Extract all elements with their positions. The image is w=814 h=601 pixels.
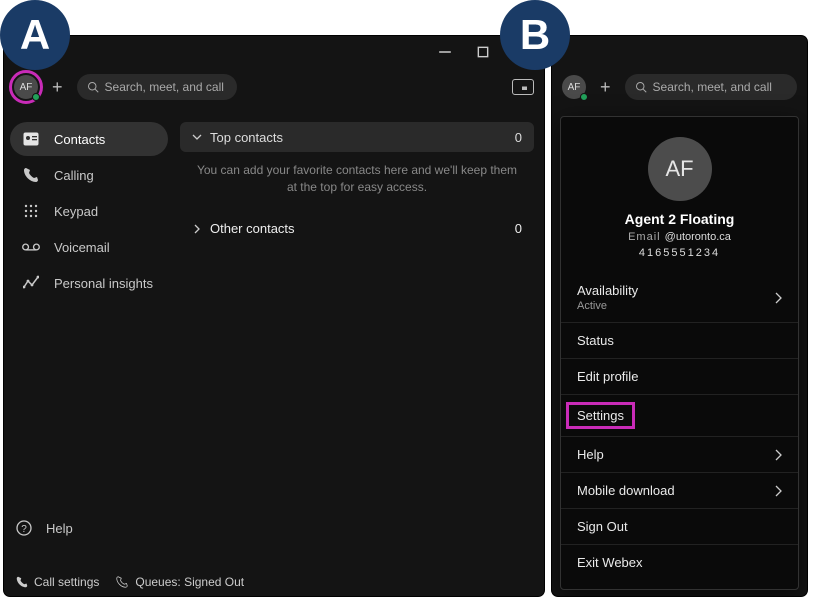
search-placeholder: Search, meet, and call [653, 80, 772, 94]
search-icon [635, 81, 647, 93]
sidebar-item-contacts[interactable]: Contacts [10, 122, 168, 156]
menu-item-sign-out[interactable]: Sign Out [561, 508, 798, 544]
new-action-button[interactable]: + [48, 77, 67, 98]
sidebar-item-keypad[interactable]: Keypad [10, 194, 168, 228]
profile-avatar[interactable]: AF [562, 75, 586, 99]
chevron-down-icon [192, 132, 202, 142]
topbar: AF + Search, meet, and call [552, 68, 807, 106]
topbar: AF + Search, meet, and call [4, 68, 544, 106]
maximize-button[interactable] [476, 45, 490, 59]
app-window-b: AF + Search, meet, and call AF Agent 2 F… [552, 36, 807, 596]
queues-icon [115, 576, 129, 588]
call-settings-icon [16, 576, 28, 588]
top-contacts-header[interactable]: Top contacts 0 [180, 122, 534, 152]
maximize-icon [476, 45, 490, 59]
meet-window-button[interactable] [512, 79, 534, 95]
chevron-right-icon [774, 292, 782, 304]
insights-icon [22, 275, 40, 291]
phone-icon [22, 167, 40, 183]
sidebar-item-voicemail[interactable]: Voicemail [10, 230, 168, 264]
profile-flyout: AF Agent 2 Floating Email @utoronto.ca 4… [560, 116, 799, 590]
sidebar-item-label: Personal insights [54, 276, 153, 291]
profile-header: AF Agent 2 Floating Email @utoronto.ca 4… [561, 117, 798, 273]
annotation-badge-b: B [500, 0, 570, 70]
profile-phone: 4165551234 [639, 247, 720, 259]
search-placeholder: Search, meet, and call [105, 80, 224, 94]
chevron-right-icon [774, 449, 782, 461]
menu-item-edit-profile[interactable]: Edit profile [561, 358, 798, 394]
sidebar-item-label: Keypad [54, 204, 98, 219]
menu-item-settings[interactable]: Settings [561, 394, 798, 436]
keypad-icon [22, 204, 40, 218]
call-settings-label: Call settings [34, 575, 99, 589]
annotation-badge-a: A [0, 0, 70, 70]
menu-label: Mobile download [577, 483, 675, 498]
profile-display-name: Agent 2 Floating [625, 211, 735, 227]
menu-item-availability[interactable]: Availability Active [561, 273, 798, 322]
main-content: Top contacts 0 You can add your favorite… [174, 114, 544, 566]
sidebar-item-label: Voicemail [54, 240, 110, 255]
sidebar-item-label: Calling [54, 168, 94, 183]
chevron-right-icon [774, 485, 782, 497]
menu-item-exit[interactable]: Exit Webex [561, 544, 798, 580]
sidebar-item-insights[interactable]: Personal insights [10, 266, 168, 300]
app-window-a: AF + Search, meet, and call Contacts [4, 36, 544, 596]
chevron-right-icon [192, 224, 202, 234]
help-icon: ? [16, 520, 32, 536]
queues-label: Queues: Signed Out [135, 575, 244, 589]
minimize-icon [438, 45, 452, 59]
avatar-initials: AF [568, 82, 581, 93]
picture-in-picture-icon [518, 83, 528, 91]
search-input[interactable]: Search, meet, and call [625, 74, 797, 100]
sidebar-help[interactable]: ? Help [16, 520, 162, 536]
sidebar-footer: ? Help [4, 520, 174, 536]
sidebar: Contacts Calling Keypad [4, 114, 174, 566]
email-label: Email [628, 231, 661, 243]
presence-dot-icon [32, 93, 40, 101]
profile-avatar-large: AF [648, 137, 712, 201]
section-count: 0 [515, 221, 522, 236]
menu-label: Help [577, 447, 604, 462]
section-label: Top contacts [210, 130, 283, 145]
new-action-button[interactable]: + [596, 77, 615, 98]
search-input[interactable]: Search, meet, and call [77, 74, 237, 100]
avatar-initials: AF [20, 82, 33, 93]
profile-email: Email @utoronto.ca [628, 231, 731, 243]
search-icon [87, 81, 99, 93]
menu-label: Availability [577, 283, 638, 298]
section-label: Other contacts [210, 221, 295, 236]
svg-text:?: ? [21, 524, 27, 535]
menu-label: Settings [577, 408, 624, 423]
menu-label: Sign Out [577, 519, 628, 534]
avatar-initials: AF [665, 156, 693, 182]
menu-label: Exit Webex [577, 555, 643, 570]
menu-label: Status [577, 333, 614, 348]
call-settings-link[interactable]: Call settings [16, 575, 99, 589]
other-contacts-header[interactable]: Other contacts 0 [180, 214, 534, 244]
profile-menu: Availability Active Status Edit profile … [561, 273, 798, 580]
sidebar-item-label: Contacts [54, 132, 105, 147]
top-contacts-hint: You can add your favorite contacts here … [180, 152, 534, 214]
menu-item-mobile-download[interactable]: Mobile download [561, 472, 798, 508]
profile-avatar[interactable]: AF [14, 75, 38, 99]
body: Contacts Calling Keypad [4, 114, 544, 566]
availability-value: Active [577, 300, 607, 312]
help-label: Help [46, 521, 73, 536]
minimize-button[interactable] [438, 45, 452, 59]
menu-item-status[interactable]: Status [561, 322, 798, 358]
voicemail-icon [22, 242, 40, 252]
email-domain: @utoronto.ca [665, 231, 731, 243]
presence-dot-icon [580, 93, 588, 101]
statusbar: Call settings Queues: Signed Out [4, 568, 544, 596]
section-count: 0 [515, 130, 522, 145]
menu-label: Edit profile [577, 369, 638, 384]
queues-status[interactable]: Queues: Signed Out [115, 575, 244, 589]
contact-card-icon [22, 132, 40, 146]
menu-item-help[interactable]: Help [561, 436, 798, 472]
sidebar-item-calling[interactable]: Calling [10, 158, 168, 192]
